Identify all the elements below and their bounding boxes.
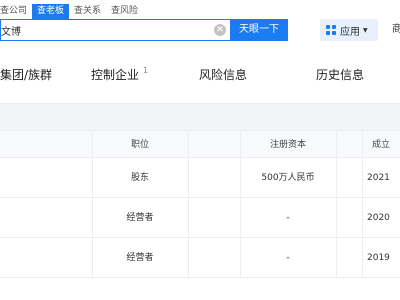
grid-icon: [326, 25, 336, 35]
clear-icon[interactable]: ✕: [214, 24, 226, 36]
cell-position: 经营者: [126, 253, 154, 263]
nav-item-controlled-companies[interactable]: 控制企业 1: [91, 66, 148, 83]
column-header-capital: 注册资本: [269, 140, 306, 150]
header-more-link[interactable]: 商: [392, 19, 400, 41]
apps-dropdown-button[interactable]: 应用 ▼: [320, 19, 378, 41]
search-input[interactable]: [1, 20, 201, 40]
cell-established: 2019: [367, 253, 390, 263]
tab-company[interactable]: 查公司: [0, 4, 32, 19]
column-header-established: 成立: [372, 140, 391, 150]
cell-position: 经营者: [126, 213, 154, 223]
cell-established: 2021: [367, 173, 390, 183]
cell-established: 2020: [367, 213, 390, 223]
search-button[interactable]: 天眼一下: [230, 19, 288, 41]
column-header-position: 职位: [130, 140, 149, 150]
cell-capital: -: [286, 253, 290, 263]
table-header: 职位 注册资本 成立: [0, 130, 400, 159]
tab-risk[interactable]: 查风险: [106, 4, 143, 19]
cell-position: 股东: [130, 173, 149, 183]
table-row[interactable]: 股东 500万人民币 2021: [0, 158, 400, 198]
tab-boss[interactable]: 查老板: [32, 4, 70, 19]
table-row[interactable]: 经营者 - 2020: [0, 198, 400, 238]
section-nav: 集团/族群 控制企业 1 风险信息 历史信息: [0, 44, 400, 104]
nav-item-risk-info[interactable]: 风险信息: [199, 66, 247, 83]
cell-capital: -: [286, 213, 290, 223]
caret-down-icon: ▼: [363, 26, 368, 34]
tab-relation[interactable]: 查关系: [69, 4, 106, 19]
nav-count-badge: 1: [143, 66, 149, 75]
table-row[interactable]: 经营者 - 2019: [0, 238, 400, 278]
apps-label: 应用: [340, 26, 360, 38]
nav-item-history-info[interactable]: 历史信息: [316, 66, 364, 83]
cell-capital: 500万人民币: [261, 173, 315, 183]
search-box: ✕: [0, 19, 230, 41]
search-type-tabs: 查公司 查老板 查关系 查风险: [0, 4, 143, 19]
section-divider: [0, 104, 400, 130]
nav-item-group[interactable]: 集团/族群: [0, 66, 52, 83]
